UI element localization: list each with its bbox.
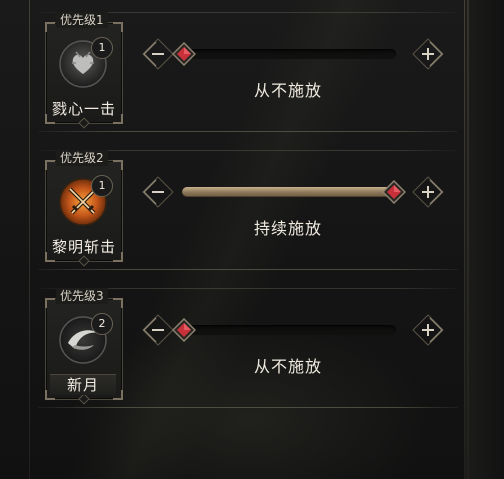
increase-button[interactable] xyxy=(412,38,444,70)
skill-name: 戮心一击 xyxy=(51,100,116,118)
skill-card[interactable]: 优先级2 1 黎明斩击 xyxy=(45,150,123,267)
decrease-button[interactable] xyxy=(142,314,174,346)
scrollbar-panel xyxy=(465,0,504,479)
slider-thumb[interactable] xyxy=(172,318,196,342)
skill-count-badge: 2 xyxy=(91,313,113,335)
cast-status-text: 从不施放 xyxy=(253,357,322,376)
increase-button[interactable] xyxy=(412,176,444,208)
cast-status-text: 从不施放 xyxy=(253,81,322,100)
slider-thumb[interactable] xyxy=(382,180,406,204)
skill-count-badge: 1 xyxy=(91,175,113,197)
red-diamond-thumb-icon xyxy=(382,180,406,204)
plus-icon xyxy=(412,176,444,208)
skill-name: 新月 xyxy=(50,374,116,395)
cast-frequency-slider[interactable] xyxy=(172,42,396,66)
red-diamond-thumb-icon xyxy=(172,42,196,66)
plus-icon xyxy=(412,314,444,346)
skill-name: 黎明斩击 xyxy=(51,238,116,256)
skill-card[interactable]: 优先级1 1 戮心一击 xyxy=(45,12,123,129)
minus-icon xyxy=(142,176,174,208)
cast-frequency-slider[interactable] xyxy=(172,318,396,342)
increase-button[interactable] xyxy=(412,314,444,346)
row-divider xyxy=(38,131,458,132)
priority-label: 优先级1 xyxy=(56,12,108,28)
left-frame-line xyxy=(29,0,30,479)
minus-icon xyxy=(142,314,174,346)
skill-row: 优先级2 1 黎明斩击 持续施放 xyxy=(38,150,458,270)
plus-icon xyxy=(412,38,444,70)
slider-thumb[interactable] xyxy=(172,42,196,66)
skill-row: 优先级1 1 戮心一击 从不施放 xyxy=(38,12,458,132)
skill-row: 优先级3 2 新月 从不施放 xyxy=(38,288,458,408)
minus-icon xyxy=(142,38,174,70)
priority-label: 优先级3 xyxy=(56,288,108,304)
cast-status-text: 持续施放 xyxy=(253,219,322,238)
slider-fill xyxy=(182,187,394,197)
priority-label: 优先级2 xyxy=(56,150,108,166)
row-divider xyxy=(38,407,458,408)
skill-card[interactable]: 优先级3 2 新月 xyxy=(45,288,123,405)
row-divider xyxy=(38,269,458,270)
red-diamond-thumb-icon xyxy=(172,318,196,342)
decrease-button[interactable] xyxy=(142,38,174,70)
cast-frequency-slider[interactable] xyxy=(182,180,406,204)
skill-count-badge: 1 xyxy=(91,37,113,59)
decrease-button[interactable] xyxy=(142,176,174,208)
